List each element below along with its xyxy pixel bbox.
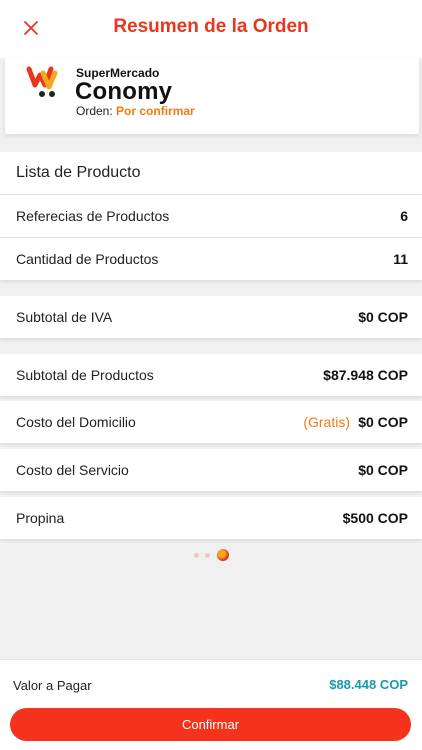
delivery-value: $0 COP <box>358 414 408 430</box>
quantity-value: 11 <box>393 251 408 267</box>
product-list-header[interactable]: Lista de Producto <box>0 152 422 194</box>
store-card: SuperMercado Conomy Orden: Por confirmar <box>5 58 419 134</box>
pager-dot-active[interactable] <box>217 549 229 561</box>
pay-total-value: $88.448 COP <box>329 677 408 692</box>
page-title: Resumen de la Orden <box>113 16 309 37</box>
tip-value: $500 COP <box>342 510 408 526</box>
delivery-row: Costo del Domicilio (Gratis) $0 COP <box>0 401 422 443</box>
order-status-line: Orden: Por confirmar <box>76 104 195 118</box>
products-subtotal-label: Subtotal de Productos <box>16 367 154 383</box>
section-title-product-list: Lista de Producto <box>16 164 141 181</box>
references-value: 6 <box>400 208 408 224</box>
quantity-row: Cantidad de Productos 11 <box>0 238 422 280</box>
order-label: Orden: <box>76 104 113 118</box>
confirm-button[interactable]: Confirmar <box>10 708 411 741</box>
delivery-free-note: (Gratis) <box>303 414 350 430</box>
header-bar: Resumen de la Orden <box>0 0 422 58</box>
products-subtotal-row: Subtotal de Productos $87.948 COP <box>0 354 422 396</box>
pager-dot[interactable] <box>194 553 199 558</box>
service-label: Costo del Servicio <box>16 462 129 478</box>
delivery-label: Costo del Domicilio <box>16 414 136 430</box>
iva-label: Subtotal de IVA <box>16 309 113 325</box>
products-subtotal-value: $87.948 COP <box>323 367 408 383</box>
store-name: Conomy <box>75 78 173 105</box>
supermercado-logo-icon <box>26 66 58 97</box>
references-label: Referecias de Productos <box>16 208 170 224</box>
order-summary-screen: Resumen de la Orden SuperMercado Conomy … <box>0 0 422 750</box>
iva-value: $0 COP <box>358 309 408 325</box>
pager-dot[interactable] <box>205 553 210 558</box>
tip-row[interactable]: Propina $500 COP <box>0 497 422 539</box>
service-row: Costo del Servicio $0 COP <box>0 449 422 491</box>
order-status-badge: Por confirmar <box>116 104 195 118</box>
iva-row: Subtotal de IVA $0 COP <box>0 296 422 338</box>
pay-label: Valor a Pagar <box>13 678 92 693</box>
service-value: $0 COP <box>358 462 408 478</box>
footer-bar: Valor a Pagar $88.448 COP Confirmar <box>0 659 422 750</box>
pager-dots <box>0 548 422 562</box>
quantity-label: Cantidad de Productos <box>16 251 159 267</box>
references-row: Referecias de Productos 6 <box>0 195 422 237</box>
tip-label: Propina <box>16 510 65 526</box>
